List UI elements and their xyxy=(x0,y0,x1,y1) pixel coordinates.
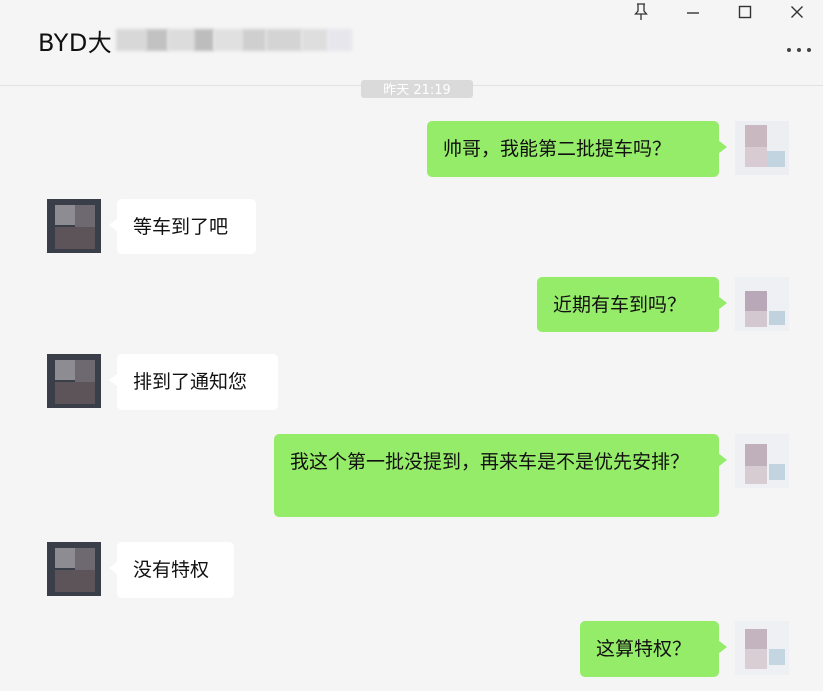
message-text: 排到了通知您 xyxy=(133,371,248,393)
more-dots-icon[interactable] xyxy=(787,40,811,60)
chat-title-text: BYD大 xyxy=(38,28,113,57)
blurred-title-mosaic xyxy=(116,27,353,53)
message-text: 我这个第一批没提到，再来车是不是优先安排？ xyxy=(290,451,690,473)
minimize-icon[interactable] xyxy=(667,0,719,24)
message-bubble-sent[interactable]: 我这个第一批没提到，再来车是不是优先安排？ xyxy=(274,434,727,517)
message-text: 近期有车到吗？ xyxy=(553,294,687,316)
message-text: 没有特权 xyxy=(133,559,210,581)
message-timestamp: 昨天 21:19 xyxy=(361,80,473,98)
message-text: 等车到了吧 xyxy=(133,216,229,238)
message-bubble-sent[interactable]: 这算特权？ xyxy=(580,621,727,677)
message-text: 帅哥，我能第二批提车吗？ xyxy=(443,138,672,160)
pin-icon[interactable] xyxy=(615,0,667,24)
my-avatar[interactable] xyxy=(735,121,789,175)
my-avatar[interactable] xyxy=(735,277,789,331)
chat-header: BYD大 xyxy=(0,0,823,86)
chat-title: BYD大 xyxy=(38,20,353,60)
message-bubble-sent[interactable]: 帅哥，我能第二批提车吗？ xyxy=(427,121,727,177)
close-icon[interactable] xyxy=(771,0,823,24)
contact-avatar[interactable] xyxy=(47,354,101,408)
maximize-icon[interactable] xyxy=(719,0,771,24)
my-avatar[interactable] xyxy=(735,621,789,675)
contact-avatar[interactable] xyxy=(47,542,101,596)
my-avatar[interactable] xyxy=(735,434,789,488)
message-text: 这算特权？ xyxy=(596,638,692,660)
window-controls xyxy=(615,0,823,24)
message-bubble-received[interactable]: 没有特权 xyxy=(109,542,234,598)
message-bubble-sent[interactable]: 近期有车到吗？ xyxy=(537,277,727,332)
message-bubble-received[interactable]: 等车到了吧 xyxy=(109,199,256,254)
message-bubble-received[interactable]: 排到了通知您 xyxy=(109,354,278,410)
contact-avatar[interactable] xyxy=(47,199,101,253)
